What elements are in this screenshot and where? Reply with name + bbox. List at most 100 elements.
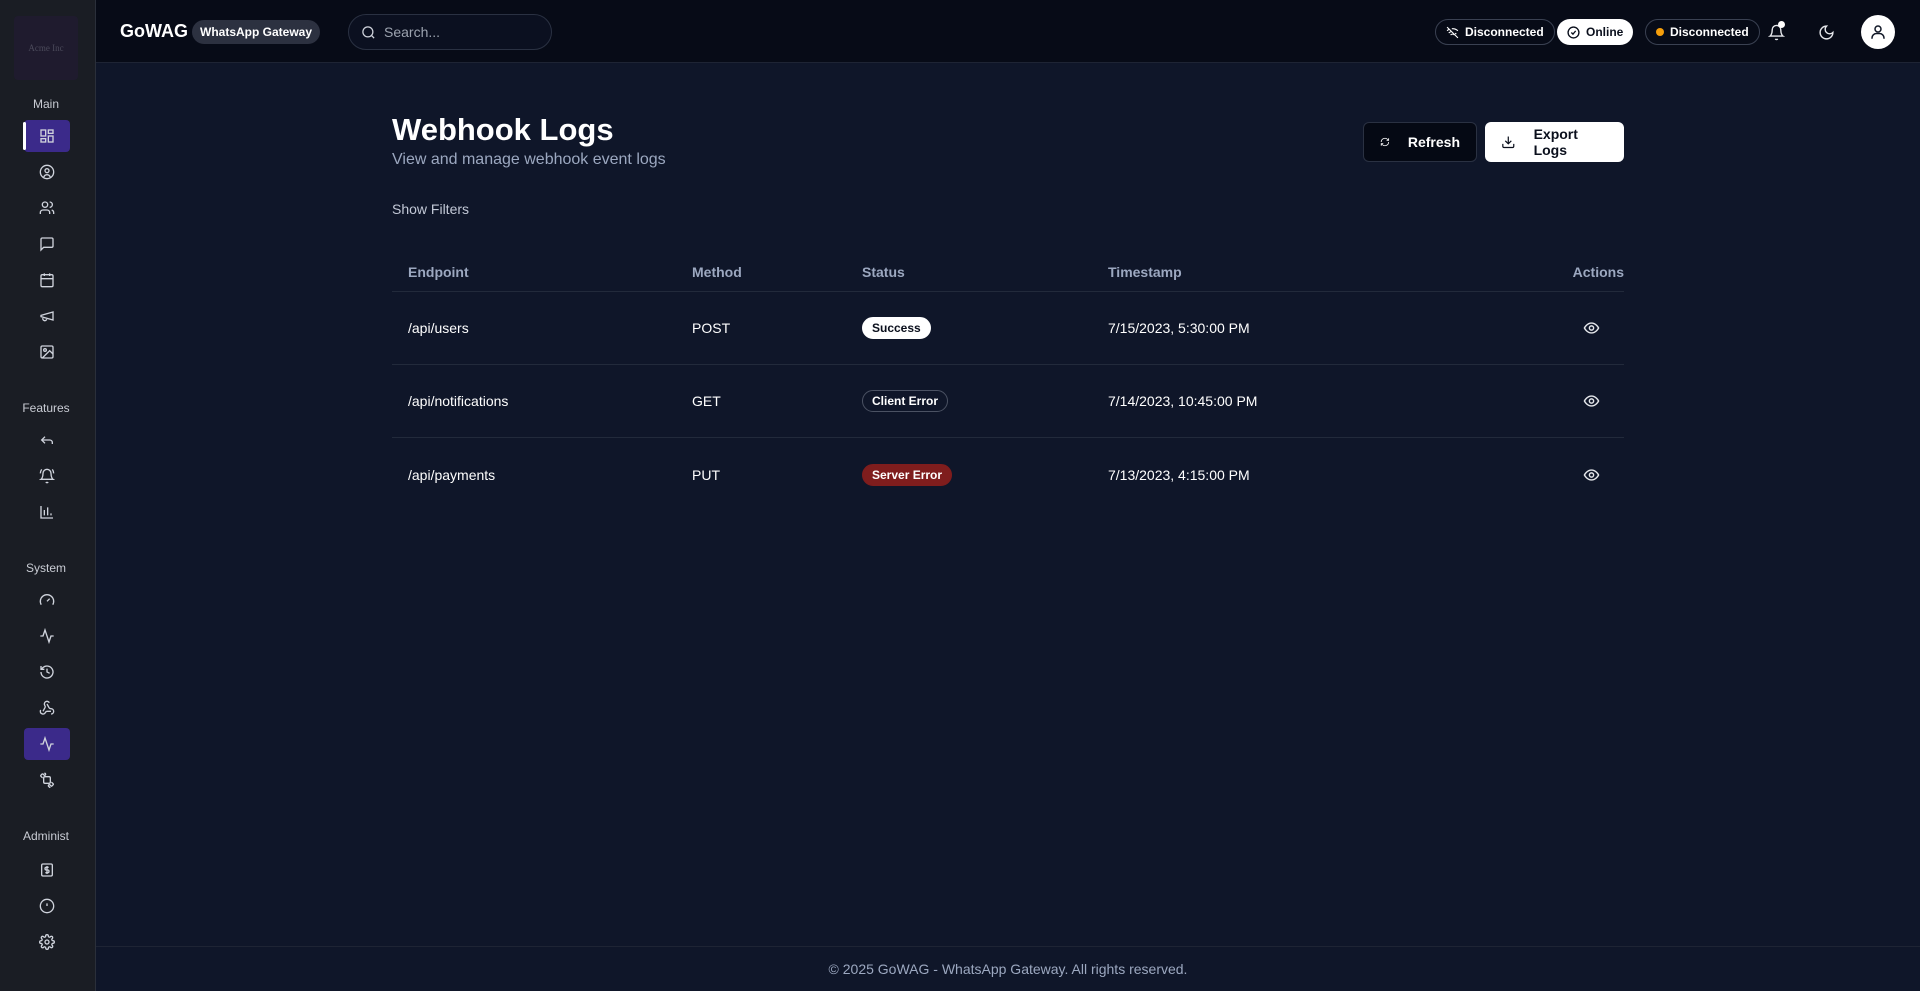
image-icon — [40, 345, 54, 359]
show-filters-toggle[interactable]: Show Filters — [392, 201, 469, 217]
sidebar-item-history[interactable] — [24, 656, 70, 688]
page-title: Webhook Logs — [392, 112, 614, 147]
sidebar-item-broadcast[interactable] — [24, 300, 70, 332]
logo-text: Acme Inc — [28, 43, 64, 53]
gauge-icon — [39, 594, 55, 605]
export-logs-label: Export Logs — [1533, 126, 1578, 158]
timestamp-cell: 7/13/2023, 4:15:00 PM — [1108, 466, 1250, 483]
timestamp-cell: 7/15/2023, 5:30:00 PM — [1108, 320, 1250, 336]
status-cell: Success — [862, 317, 931, 339]
sidebar-item-schedule[interactable] — [24, 264, 70, 296]
method-cell: PUT — [692, 466, 720, 483]
sidebar-item-settings[interactable] — [24, 926, 70, 958]
table-row: /api/notifications GET Client Error 7/14… — [392, 365, 1624, 438]
sidebar: Acme Inc Main Features System Administ — [0, 0, 96, 991]
sidebar-item-plugins[interactable] — [24, 764, 70, 796]
table-header: Endpoint Method Status Timestamp Actions — [392, 248, 1624, 292]
users-icon — [39, 201, 55, 214]
sidebar-item-contacts[interactable] — [24, 192, 70, 224]
history-icon — [40, 665, 54, 679]
websocket-status-text: Disconnected — [1670, 25, 1749, 39]
moon-icon — [1818, 24, 1834, 40]
column-method: Method — [692, 264, 742, 280]
footer-copyright: © 2025 GoWAG - WhatsApp Gateway. All rig… — [828, 961, 1188, 977]
sidebar-item-dashboard[interactable] — [23, 120, 70, 152]
settings-icon — [39, 934, 55, 950]
view-button[interactable] — [1583, 466, 1600, 483]
top-header: GoWAG WhatsApp Gateway Disconnected Onli… — [96, 0, 1920, 63]
sidebar-item-webhook-logs[interactable] — [24, 728, 70, 760]
webhook-logs-table: Endpoint Method Status Timestamp Actions… — [392, 248, 1624, 511]
webhook-icon — [39, 700, 55, 715]
footer: © 2025 GoWAG - WhatsApp Gateway. All rig… — [96, 946, 1920, 991]
theme-toggle-button[interactable] — [1812, 18, 1840, 46]
method-cell: POST — [692, 320, 731, 336]
refresh-icon — [1380, 137, 1390, 147]
reply-icon — [40, 436, 53, 444]
sidebar-item-billing[interactable] — [24, 854, 70, 886]
websocket-status-badge[interactable]: Disconnected — [1645, 19, 1760, 45]
sidebar-section-administration: Administ — [22, 829, 69, 843]
status-cell: Client Error — [862, 390, 949, 412]
activity-icon — [40, 736, 54, 752]
sidebar-item-media[interactable] — [24, 336, 70, 368]
sidebar-section-main: Main — [32, 97, 59, 111]
method-cell: GET — [692, 393, 721, 409]
column-timestamp: Timestamp — [1108, 264, 1182, 280]
sidebar-section-features: Features — [22, 401, 70, 415]
bar-chart-icon — [40, 506, 53, 519]
status-dot — [1656, 28, 1664, 36]
column-endpoint: Endpoint — [408, 264, 469, 280]
sidebar-item-monitoring[interactable] — [24, 620, 70, 652]
endpoint-cell: /api/payments — [408, 466, 496, 483]
search-input[interactable] — [384, 24, 534, 40]
app-badge: WhatsApp Gateway — [192, 20, 321, 44]
company-logo[interactable]: Acme Inc — [14, 16, 78, 80]
page-subtitle: View and manage webhook event logs — [392, 151, 666, 168]
eye-icon — [1583, 468, 1600, 481]
table-row: /api/users POST Success 7/15/2023, 5:30:… — [392, 292, 1624, 365]
sidebar-item-performance[interactable] — [24, 584, 70, 616]
user-avatar-button[interactable] — [1861, 15, 1895, 49]
endpoint-cell: /api/notifications — [408, 393, 509, 409]
export-logs-button[interactable]: Export Logs — [1485, 122, 1624, 162]
user-circle-icon — [39, 164, 55, 180]
connection-status-text: Disconnected — [1465, 25, 1544, 39]
notification-dot — [1778, 21, 1785, 28]
sidebar-section-system: System — [25, 561, 66, 575]
refresh-button[interactable]: Refresh — [1363, 122, 1477, 162]
sidebar-item-notifications[interactable] — [24, 460, 70, 492]
megaphone-icon — [40, 311, 54, 322]
online-status-badge[interactable]: Online — [1557, 19, 1634, 45]
view-button[interactable] — [1583, 320, 1600, 337]
billing-icon — [41, 863, 53, 877]
activity-icon — [40, 628, 54, 644]
sidebar-item-messages[interactable] — [24, 228, 70, 260]
timestamp-cell: 7/14/2023, 10:45:00 PM — [1108, 393, 1258, 409]
sidebar-item-auto-reply[interactable] — [24, 424, 70, 456]
sidebar-item-about[interactable] — [24, 890, 70, 922]
sidebar-item-webhooks[interactable] — [24, 692, 70, 724]
status-badge: Server Error — [862, 463, 953, 486]
table-row: /api/payments PUT Server Error 7/13/2023… — [392, 438, 1624, 511]
refresh-label: Refresh — [1407, 134, 1460, 150]
sidebar-item-profile[interactable] — [24, 156, 70, 188]
eye-icon — [1583, 322, 1600, 334]
connection-status-badge[interactable]: Disconnected — [1435, 19, 1555, 45]
status-badge: Client Error — [862, 390, 949, 412]
app-name[interactable]: GoWAG — [120, 21, 188, 42]
message-icon — [40, 237, 54, 252]
eye-icon — [1583, 395, 1600, 407]
check-circle-icon — [1567, 25, 1580, 39]
search-icon — [362, 25, 375, 39]
column-actions: Actions — [1572, 264, 1624, 280]
status-cell: Server Error — [862, 463, 953, 486]
wifi-off-icon — [1446, 26, 1459, 38]
alert-circle-icon — [39, 898, 55, 914]
bell-ring-icon — [39, 468, 55, 484]
search-box[interactable] — [348, 14, 552, 50]
view-button[interactable] — [1583, 393, 1600, 410]
column-status: Status — [862, 264, 905, 280]
sidebar-item-analytics[interactable] — [24, 496, 70, 528]
notifications-button[interactable] — [1762, 18, 1790, 46]
